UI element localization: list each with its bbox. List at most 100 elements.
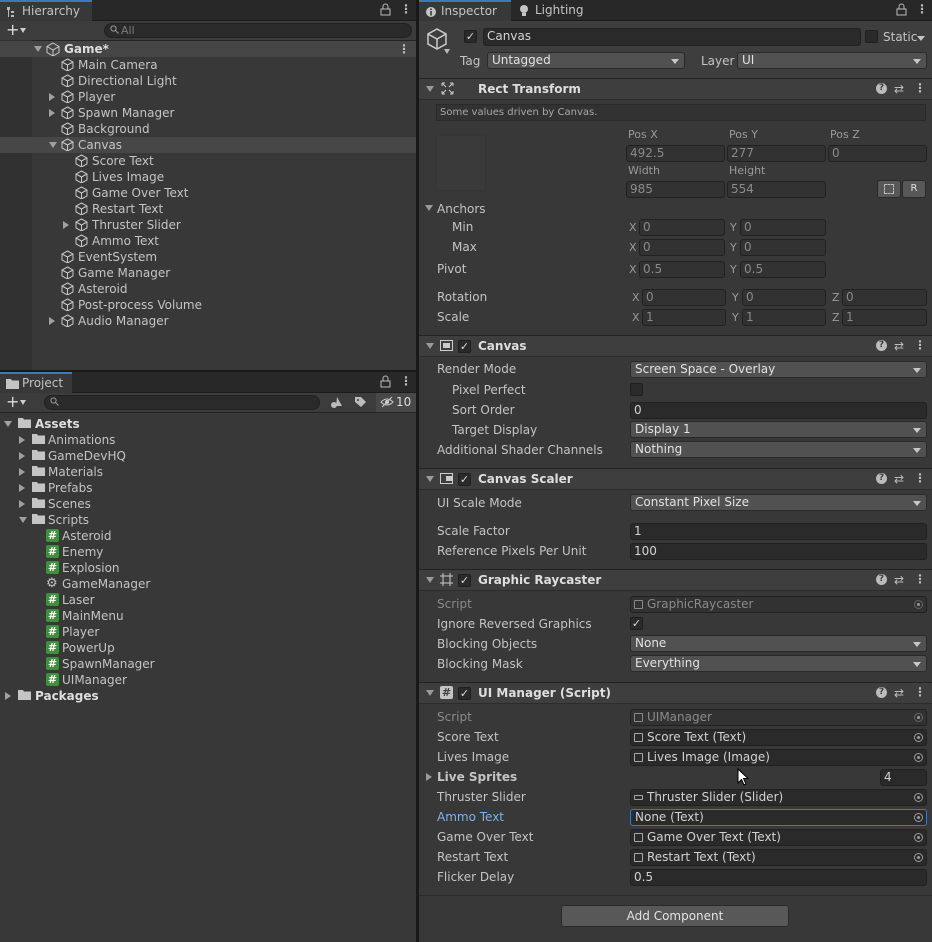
presets-icon[interactable]: ⇄ [894, 573, 904, 587]
hierarchy-item-game-manager[interactable]: Game Manager [0, 265, 416, 281]
object-name-field[interactable]: Canvas [483, 28, 861, 46]
object-picker-icon[interactable] [914, 733, 923, 742]
presets-icon[interactable]: ⇄ [894, 82, 904, 96]
anchors-label[interactable]: Anchors [437, 202, 486, 216]
project-search-input[interactable] [44, 395, 320, 410]
anchor-max-y-field[interactable]: 0 [740, 239, 826, 256]
hidden-packages-toggle[interactable]: 10 [376, 393, 416, 412]
blocking-mask-dropdown[interactable]: Everything [630, 655, 927, 672]
hierarchy-item-eventsystem[interactable]: EventSystem [0, 249, 416, 265]
tab-inspector[interactable]: Inspector [419, 0, 511, 21]
thruster-slider-field[interactable]: Thruster Slider (Slider) [630, 789, 927, 806]
folder-prefabs[interactable]: Prefabs [0, 480, 416, 496]
kebab-menu-icon[interactable]: ⋮ [400, 374, 412, 388]
hierarchy-item-ammo-text[interactable]: Ammo Text [0, 233, 416, 249]
tab-hierarchy[interactable]: Hierarchy [0, 0, 92, 21]
add-icon[interactable]: + [6, 21, 19, 39]
hierarchy-item-player[interactable]: Player [0, 89, 416, 105]
collapsed-arrow-icon[interactable] [49, 317, 55, 325]
ignore-reversed-checkbox[interactable]: ✓ [630, 617, 643, 630]
presets-icon[interactable]: ⇄ [894, 686, 904, 700]
presets-icon[interactable]: ⇄ [894, 339, 904, 353]
script-gamemanager[interactable]: ⚙ GameManager [0, 576, 416, 592]
anchor-min-y-field[interactable]: 0 [740, 219, 826, 236]
kebab-menu-icon[interactable]: ⋮ [400, 2, 412, 16]
component-menu-icon[interactable]: ⋮ [914, 572, 926, 586]
add-icon[interactable]: + [6, 393, 19, 411]
help-icon[interactable]: ? [876, 687, 887, 698]
object-picker-icon[interactable] [914, 753, 923, 762]
object-picker-icon[interactable] [914, 853, 923, 862]
collapsed-arrow-icon[interactable] [19, 436, 25, 444]
script-player[interactable]: # Player [0, 624, 416, 640]
live-sprites-label[interactable]: Live Sprites [437, 770, 517, 784]
height-field[interactable]: 554 [727, 181, 826, 198]
folder-animations[interactable]: Animations [0, 432, 416, 448]
folder-materials[interactable]: Materials [0, 464, 416, 480]
help-icon[interactable]: ? [876, 574, 887, 585]
collapsed-arrow-icon[interactable] [19, 500, 25, 508]
lock-icon[interactable] [896, 3, 907, 16]
expanded-arrow-icon[interactable] [19, 517, 27, 523]
pixel-perfect-checkbox[interactable] [630, 383, 643, 396]
tab-project[interactable]: Project [0, 372, 72, 393]
ui-scale-mode-dropdown[interactable]: Constant Pixel Size [630, 494, 927, 511]
collapsed-arrow-icon[interactable] [49, 109, 55, 117]
gameobject-cube-icon[interactable] [425, 27, 449, 51]
ammo-text-field[interactable]: None (Text) [630, 809, 927, 826]
layer-dropdown[interactable]: UI [737, 52, 927, 69]
expanded-arrow-icon[interactable] [49, 142, 57, 148]
script-spawnmanager[interactable]: # SpawnManager [0, 656, 416, 672]
tag-dropdown[interactable]: Untagged [487, 52, 685, 69]
active-checkbox[interactable]: ✓ [464, 30, 477, 43]
rotation-y-field[interactable]: 0 [742, 289, 826, 306]
tab-lighting[interactable]: Lighting [513, 0, 593, 21]
script-laser[interactable]: # Laser [0, 592, 416, 608]
scene-menu-icon[interactable]: ⋮ [398, 41, 410, 57]
folder-scripts[interactable]: Scripts [0, 512, 416, 528]
filter-type-icon[interactable] [330, 396, 344, 409]
blueprint-mode-button[interactable] [877, 180, 901, 198]
presets-icon[interactable]: ⇄ [894, 472, 904, 486]
raycaster-enabled-checkbox[interactable]: ✓ [458, 574, 471, 587]
assets-row[interactable]: Assets [0, 416, 416, 432]
hierarchy-item-lives-image[interactable]: Lives Image [0, 169, 416, 185]
scale-x-field[interactable]: 1 [642, 309, 726, 326]
posy-field[interactable]: 277 [727, 145, 826, 162]
object-picker-icon[interactable] [914, 793, 923, 802]
hierarchy-item-canvas[interactable]: Canvas [0, 137, 416, 153]
packages-row[interactable]: Packages [0, 688, 416, 704]
rect-transform-header[interactable]: Rect Transform ? ⇄ ⋮ [419, 78, 932, 100]
hierarchy-item-thruster-slider[interactable]: Thruster Slider [0, 217, 416, 233]
width-field[interactable]: 985 [626, 181, 725, 198]
static-checkbox[interactable] [865, 30, 878, 43]
lock-icon[interactable] [380, 375, 391, 388]
hierarchy-item-main-camera[interactable]: Main Camera [0, 57, 416, 73]
anchor-presets-widget[interactable] [436, 135, 486, 191]
target-display-dropdown[interactable]: Display 1 [630, 421, 927, 438]
hierarchy-item-spawn-manager[interactable]: Spawn Manager [0, 105, 416, 121]
pivot-y-field[interactable]: 0.5 [740, 261, 826, 278]
script-explosion[interactable]: # Explosion [0, 560, 416, 576]
hierarchy-item-post-process-volume[interactable]: Post-process Volume [0, 297, 416, 313]
pivot-x-field[interactable]: 0.5 [639, 261, 725, 278]
fold-arrow-icon[interactable] [426, 86, 434, 92]
hierarchy-item-asteroid[interactable]: Asteroid [0, 281, 416, 297]
flicker-delay-field[interactable]: 0.5 [630, 869, 927, 886]
component-menu-icon[interactable]: ⋮ [914, 685, 926, 699]
posz-field[interactable]: 0 [828, 145, 927, 162]
icon-dropdown-icon[interactable] [444, 49, 450, 54]
lives-image-field[interactable]: Lives Image (Image) [630, 749, 927, 766]
ui-manager-enabled-checkbox[interactable]: ✓ [458, 687, 471, 700]
collapsed-arrow-icon[interactable] [19, 468, 25, 476]
live-sprites-fold-icon[interactable] [426, 773, 432, 781]
anchor-min-x-field[interactable]: 0 [639, 219, 725, 236]
raw-edit-button[interactable]: R [902, 180, 926, 198]
rotation-z-field[interactable]: 0 [842, 289, 927, 306]
label-tag-icon[interactable] [354, 396, 367, 409]
hierarchy-item-game-over-text[interactable]: Game Over Text [0, 185, 416, 201]
rotation-x-field[interactable]: 0 [642, 289, 726, 306]
chevron-down-icon[interactable] [20, 28, 26, 33]
anchor-max-x-field[interactable]: 0 [639, 239, 725, 256]
collapsed-arrow-icon[interactable] [63, 221, 69, 229]
